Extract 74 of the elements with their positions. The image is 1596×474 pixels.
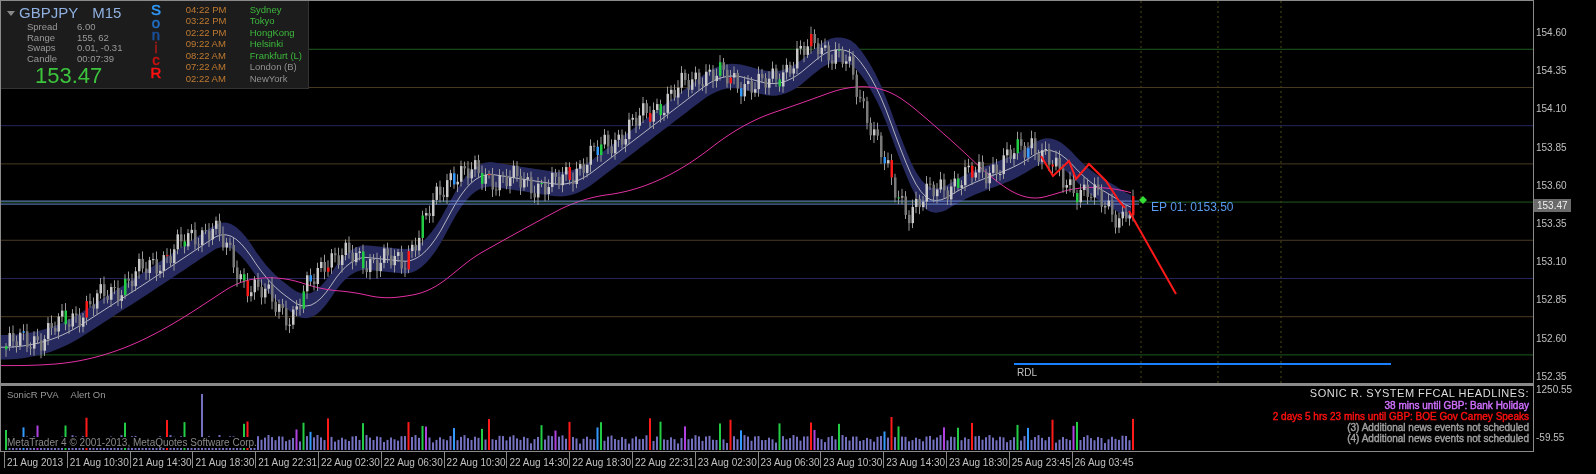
time-tick-label: 23 Aug 18:30	[945, 452, 1009, 468]
alert-status: Alert On	[70, 389, 106, 400]
session-time: 04:22 PM	[185, 5, 228, 17]
time-tick-label: 22 Aug 02:30	[318, 452, 381, 468]
session-city: Tokyo	[249, 16, 276, 28]
time-tick-label: 23 Aug 02:30	[694, 452, 758, 468]
headline-text: 38 mins until GBP: Bank Holiday	[1384, 400, 1529, 411]
price-tick-label: 154.35	[1536, 65, 1567, 77]
time-tick-label: 22 Aug 06:30	[380, 452, 444, 468]
symbol-name: GBPJPY	[19, 4, 79, 22]
logo-letter: n	[151, 29, 161, 42]
current-price-badge: 153.47	[1534, 198, 1571, 212]
headline-text: 2 days 5 hrs 23 mins until GBP: BOE Gov Carney Speaks	[1272, 411, 1529, 422]
time-tick-label: 22 Aug 14:30	[506, 452, 570, 468]
price-tick-label: 154.60	[1536, 27, 1567, 38]
session-time: 03:22 PM	[185, 16, 228, 28]
scale-max-label: 1250.55	[1536, 384, 1573, 395]
time-tick-label: 26 Aug 03:45	[1071, 452, 1135, 468]
price-tick-label: 152.60	[1536, 332, 1567, 344]
headline-text: (4) Additional news events not scheduled	[1347, 433, 1529, 444]
price-tick-label: 153.10	[1536, 256, 1567, 268]
info-label: Range	[27, 32, 55, 43]
price-tick-label: 154.10	[1536, 103, 1567, 115]
time-tick-label: 21 Aug 2013	[4, 452, 67, 468]
rdl-label: RDL	[1017, 367, 1037, 378]
logo-letter: i	[154, 41, 158, 54]
time-tick-label: 21 Aug 22:31	[255, 452, 318, 468]
time-tick-label: 22 Aug 22:31	[631, 452, 695, 468]
info-value: 155, 62	[77, 32, 110, 43]
time-tick-label: 23 Aug 10:30	[820, 452, 884, 468]
logo-letter: o	[151, 16, 161, 29]
indicator-name: SonicR PVA	[7, 389, 59, 400]
price-tick-label: 152.85	[1536, 294, 1567, 306]
info-value: 0.01, -0.31	[77, 43, 124, 54]
info-label: Swaps	[27, 43, 57, 54]
info-label: Candle	[27, 53, 59, 64]
session-time: 02:22 PM	[185, 27, 228, 40]
bid-price: 153.47	[35, 64, 104, 88]
time-tick-label: 25 Aug 23:45	[1008, 452, 1072, 468]
price-tick-label: 153.85	[1536, 141, 1567, 153]
entry-price-label: EP 01: 0153.50	[1151, 200, 1234, 214]
price-tick-label: 153.35	[1536, 218, 1567, 229]
session-city: HongKong	[249, 27, 296, 40]
headline-text: (3) Additional news events not scheduled	[1347, 422, 1529, 433]
info-value: 6.00	[77, 22, 97, 33]
logo-letter: R	[150, 66, 162, 79]
price-tick-label: 152.35	[1536, 370, 1567, 382]
time-tick-label: 22 Aug 10:30	[443, 452, 507, 468]
time-tick-label: 23 Aug 06:30	[757, 452, 821, 468]
info-label: Spread	[27, 22, 59, 33]
logo-letter: c	[152, 54, 160, 67]
logo-letter: S	[150, 4, 161, 17]
price-tick-label: 153.60	[1536, 179, 1567, 191]
session-time: 09:22 AM	[185, 39, 227, 51]
scale-min-label: -59.55	[1536, 432, 1565, 443]
session-time: 07:22 AM	[185, 62, 227, 74]
session-time: 08:22 AM	[185, 50, 227, 63]
dropdown-caret-icon[interactable]	[7, 10, 15, 16]
info-value: 00:07:39	[77, 53, 115, 64]
time-tick-label: 21 Aug 10:30	[66, 452, 130, 468]
time-tick-label: 23 Aug 14:30	[883, 452, 946, 468]
session-city: London (B)	[249, 62, 298, 74]
time-tick-label: 22 Aug 18:30	[569, 452, 632, 468]
time-tick-label: 21 Aug 18:30	[192, 452, 256, 468]
headlines-title: SONIC R. SYSTEM FFCAL HEADLINES:	[1309, 387, 1529, 400]
session-time: 02:22 AM	[185, 73, 227, 85]
time-tick-label: 21 Aug 14:30	[129, 452, 193, 468]
session-city: Sydney	[249, 5, 283, 17]
session-city: Helsinki	[249, 39, 284, 51]
timeframe-label: M15	[92, 4, 122, 22]
session-city: NewYork	[249, 73, 289, 85]
copyright-text: MetaTrader 4 © 2001-2013, MetaQuotes Software Corp.	[7, 437, 257, 448]
session-city: Frankfurt (L)	[249, 50, 302, 63]
diamond-icon	[1139, 196, 1147, 204]
